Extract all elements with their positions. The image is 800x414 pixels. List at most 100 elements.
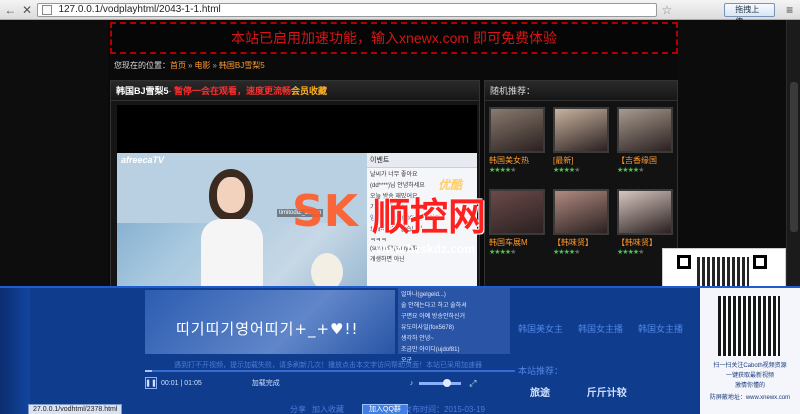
chat-text: (oldefc00) 님이 입장 bbox=[388, 216, 441, 222]
add-favorite-link[interactable]: 加入收藏 bbox=[312, 404, 344, 414]
seek-bar[interactable] bbox=[145, 370, 515, 372]
recommend-title[interactable]: 韩国美女热 bbox=[485, 155, 545, 166]
menu-icon[interactable]: ≡ bbox=[783, 3, 796, 17]
promo-banner[interactable]: 本站已启用加速功能，输入xnewx.com 即可免费体验 bbox=[110, 22, 678, 54]
lower-rec-title[interactable]: 韩国美女主 bbox=[518, 322, 563, 335]
page-scrollbar[interactable] bbox=[786, 20, 800, 310]
fullscreen-icon[interactable]: ⤢ bbox=[469, 378, 476, 389]
chat-line: 유도미사일(fox5678) bbox=[398, 321, 510, 332]
chat-nick: 양양양 bbox=[370, 216, 389, 222]
recommend-item[interactable]: 韩国车展M ★★★★★ bbox=[485, 189, 545, 256]
logo-travel: 旅途 bbox=[530, 388, 550, 399]
chat-text: ㅋㅋㅋ bbox=[370, 238, 387, 244]
recommend-thumbnail[interactable] bbox=[553, 107, 609, 153]
breadcrumb-current[interactable]: 韩国BJ雪梨5 bbox=[219, 61, 265, 70]
qr-text: 激情你懂的 bbox=[734, 383, 765, 389]
recommend-thumbnail[interactable] bbox=[617, 189, 673, 235]
join-qq-button[interactable]: 加入QQ群 bbox=[362, 404, 408, 414]
chat-text: 개생하면 아닌 bbox=[370, 257, 405, 263]
upload-button[interactable]: 拖拽上传 bbox=[724, 2, 776, 26]
qr-text: 防屏蔽地址：www.xnewx.com bbox=[709, 395, 791, 401]
recommend-item[interactable]: 【韩味贤】 ★★★★★ bbox=[613, 189, 673, 256]
recommend-item[interactable]: 【韩味贤】 ★★★★★ bbox=[549, 189, 609, 256]
recommend-thumbnail[interactable] bbox=[489, 189, 545, 235]
page-icon bbox=[42, 4, 53, 15]
breadcrumb: 您现在的位置：首页» 电影» 韩国BJ雪梨5 bbox=[114, 60, 265, 71]
random-recommend-panel: 随机推荐： 韩国美女热 ★★★★★ [最新] ★★★★★ 【吉香缘国 ★★★★★ 韩国车展M… bbox=[484, 80, 678, 310]
recommend-item[interactable]: 【吉香缘国 ★★★★★ bbox=[613, 107, 673, 174]
pause-button[interactable]: ❚❚ bbox=[145, 377, 157, 389]
lower-overlay: 띠기띠기영어띠기+_+♥!! 얼마나(gelgeld...) 술 안해는다고 하고… bbox=[0, 286, 800, 414]
recommend-item[interactable]: [最新] ★★★★★ bbox=[549, 107, 609, 174]
scrollbar-thumb[interactable] bbox=[790, 82, 798, 232]
time-readout: 00:01 | 01:05 bbox=[161, 379, 202, 387]
breadcrumb-movies[interactable]: 电影 bbox=[194, 61, 210, 70]
chat-line: (sunyvill)(sunyvill) bbox=[367, 245, 477, 253]
qr-corner bbox=[753, 255, 767, 269]
logo-second: 斤斤计较 bbox=[586, 388, 627, 399]
qr-text: 一键获取最新视频 bbox=[725, 373, 774, 379]
chat-lines: 날씨가 너무 좋아요 (dd****)님 안녕하세요 오늘 방송 재밌어요 기분이 좋… bbox=[367, 168, 477, 264]
recommend-title[interactable]: [最新] bbox=[549, 155, 609, 166]
lower-rec-title[interactable]: 韩国女主播 bbox=[578, 322, 623, 335]
lower-video-subtitle: 띠기띠기영어띠기+_+♥!! bbox=[176, 320, 359, 338]
address-bar[interactable]: 127.0.0.1/vodplayhtml/2043-1-1.html bbox=[37, 2, 658, 17]
rating-stars: ★★★★★ bbox=[549, 166, 609, 174]
chat-text: 생각하 안녕~ bbox=[401, 336, 434, 342]
browser-toolbar: ← ✕ 127.0.0.1/vodplayhtml/2043-1-1.html … bbox=[0, 0, 800, 26]
recommend-title[interactable]: 【韩味贤】 bbox=[613, 237, 673, 248]
recommend-heading: 随机推荐： bbox=[485, 81, 677, 101]
chat-header: 이벤트 bbox=[367, 153, 477, 168]
star-icon: ★ bbox=[574, 167, 580, 174]
breadcrumb-home[interactable]: 首页 bbox=[170, 61, 186, 70]
screenshot: ← ✕ 127.0.0.1/vodplayhtml/2043-1-1.html … bbox=[0, 0, 800, 414]
lower-left-strip bbox=[0, 288, 30, 414]
chat-line: 기분이 좋아요 bbox=[367, 201, 477, 212]
bookmark-star-icon[interactable]: ☆ bbox=[661, 3, 672, 17]
player-help-text[interactable]: 遇到打不开视频，提示加载失败，请多刷新几次！播放点击本文字访问帮助页面！本站已采… bbox=[174, 360, 482, 370]
star-icon: ★ bbox=[510, 167, 516, 174]
member-favorite-link[interactable]: 会员收藏 bbox=[291, 84, 327, 97]
seek-fill bbox=[145, 370, 153, 372]
star-icon: ★ bbox=[638, 249, 644, 256]
chat-line: 조금만 아이디(ujdof81) bbox=[398, 343, 510, 354]
breadcrumb-separator: » bbox=[188, 61, 193, 70]
recommend-item[interactable]: 韩国美女热 ★★★★★ bbox=[485, 107, 545, 174]
back-icon[interactable]: ← bbox=[4, 3, 17, 17]
rating-stars: ★★★★★ bbox=[485, 248, 545, 256]
left-margin bbox=[0, 20, 108, 310]
player-title-bar: 韩国BJ雪梨5 - 暂停一会在观看，速度更流畅 会员收藏 bbox=[111, 81, 479, 101]
chat-line: 개생하면 아닌 bbox=[367, 253, 477, 264]
chat-text: (sunyvill)(sunyvill) bbox=[370, 246, 418, 252]
rating-stars: ★★★★★ bbox=[549, 248, 609, 256]
qr-text: 扫一扫关注Caboth视频资源 bbox=[713, 363, 787, 369]
chat-text: 1 해서 너무 좋습니다 bbox=[370, 227, 423, 233]
video-title: 韩国BJ雪梨5 bbox=[116, 86, 169, 96]
video-player-panel: 韩国BJ雪梨5 - 暂停一会在观看，速度更流畅 会员收藏 afreecaTV t… bbox=[110, 80, 480, 311]
lower-rec-title[interactable]: 韩国女主播 bbox=[638, 322, 683, 335]
recommend-title[interactable]: 韩国车展M bbox=[485, 237, 545, 248]
breadcrumb-separator: » bbox=[212, 61, 217, 70]
lower-chat-panel: 얼마나(gelgeld...) 술 안해는다고 하고 술하셔 구면요 아예 방송안하… bbox=[398, 288, 510, 364]
volume-slider[interactable] bbox=[419, 378, 462, 387]
recommend-title[interactable]: 【韩味贤】 bbox=[549, 237, 609, 248]
chat-text: 유도미사일(fox5678) bbox=[401, 325, 454, 331]
star-icon: ★ bbox=[574, 249, 580, 256]
recommend-thumbnail[interactable] bbox=[489, 107, 545, 153]
recommend-thumbnail[interactable] bbox=[617, 107, 673, 153]
chat-text: 기분이 좋아요 bbox=[370, 205, 405, 211]
chat-text: 날씨가 너무 좋아요 bbox=[370, 172, 418, 178]
rating-stars: ★★★★★ bbox=[485, 166, 545, 174]
recommend-title[interactable]: 【吉香缘国 bbox=[613, 155, 673, 166]
share-link[interactable]: 分享 bbox=[290, 404, 306, 414]
chat-line: 술 안해는다고 하고 술하셔 bbox=[398, 299, 510, 310]
breadcrumb-prefix: 您现在的位置： bbox=[114, 61, 170, 70]
lower-qr-code bbox=[718, 296, 780, 356]
recommend-thumbnail[interactable] bbox=[553, 189, 609, 235]
close-tab-icon[interactable]: ✕ bbox=[21, 3, 34, 17]
chat-line: (dd****)님 안녕하세요 bbox=[367, 179, 477, 190]
player-notice: - 暂停一会在观看，速度更流畅 bbox=[168, 86, 292, 96]
volume-icon[interactable]: ♪ bbox=[410, 380, 414, 387]
volume-knob[interactable] bbox=[442, 378, 451, 387]
load-status: 加载完成 bbox=[251, 380, 280, 387]
